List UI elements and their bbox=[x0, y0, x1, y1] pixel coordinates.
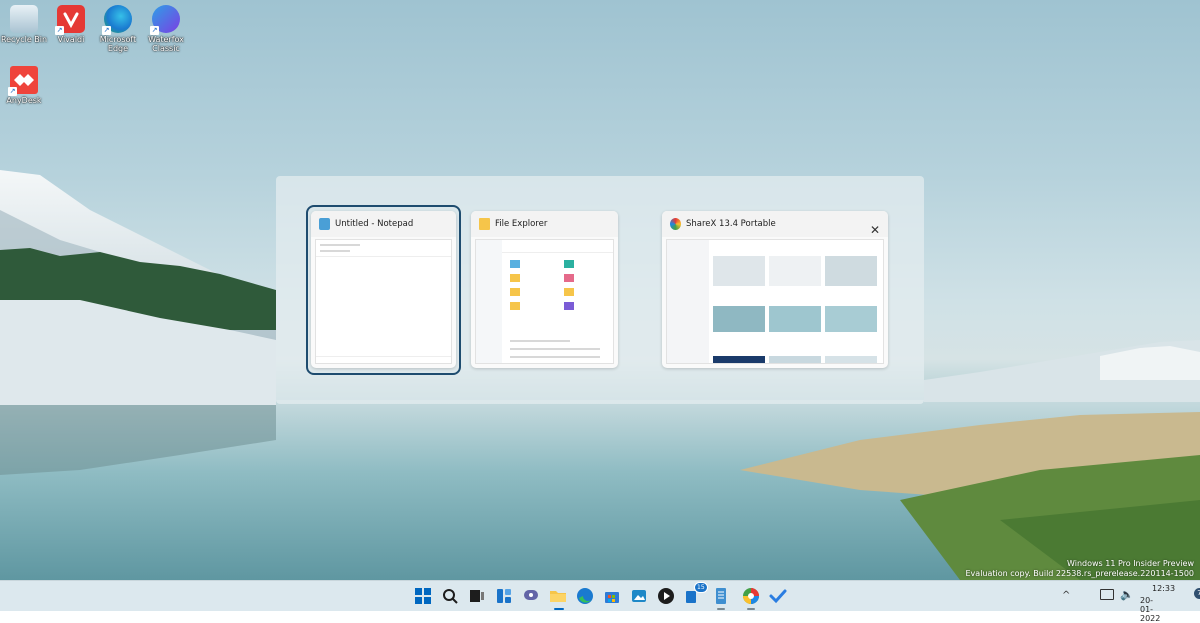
evaluation-watermark: Windows 11 Pro Insider Preview Evaluatio… bbox=[966, 559, 1195, 579]
desktop-icon-vivaldi[interactable]: ↗ Vivaldi bbox=[47, 5, 95, 44]
switcher-window-file-explorer[interactable]: File Explorer bbox=[471, 211, 618, 368]
desktop-icon-label: Recycle Bin bbox=[0, 35, 48, 44]
waterfox-icon: ↗ bbox=[150, 5, 180, 35]
anydesk-icon: ↗ bbox=[8, 66, 38, 96]
window-title-bar: ShareX 13.4 Portable ✕ bbox=[662, 211, 888, 237]
show-hidden-icons-button[interactable]: ^ bbox=[1062, 590, 1070, 601]
watermark-line-1: Windows 11 Pro Insider Preview bbox=[1066, 559, 1194, 568]
desktop-icon-waterfox[interactable]: ↗ Waterfox Classic bbox=[142, 5, 190, 53]
desktop-icon-label: Waterfox Classic bbox=[148, 35, 184, 53]
window-thumbnail bbox=[475, 239, 614, 364]
volume-icon[interactable]: 🔈 bbox=[1120, 588, 1134, 601]
sticky-badge-icon[interactable]: 15 bbox=[683, 582, 708, 606]
desktop-icon-label: AnyDesk bbox=[6, 96, 42, 105]
file-explorer-icon[interactable] bbox=[548, 586, 568, 606]
recycle-bin-icon bbox=[10, 5, 38, 33]
sharex-icon[interactable] bbox=[741, 586, 761, 606]
shortcut-arrow-icon: ↗ bbox=[55, 26, 64, 35]
shortcut-arrow-icon: ↗ bbox=[102, 26, 111, 35]
desktop-icon-recycle-bin[interactable]: Recycle Bin bbox=[0, 5, 48, 44]
desktop-icon-label: Microsoft Edge bbox=[99, 35, 137, 53]
window-title: ShareX 13.4 Portable bbox=[686, 219, 776, 229]
store-icon[interactable] bbox=[602, 586, 622, 606]
sharex-icon bbox=[670, 218, 681, 230]
search-icon[interactable] bbox=[440, 586, 460, 606]
window-title-bar: File Explorer bbox=[471, 211, 618, 237]
switcher-window-sharex[interactable]: ShareX 13.4 Portable ✕ bbox=[662, 211, 888, 368]
notepad-icon[interactable] bbox=[711, 586, 731, 606]
desktop-icon-label: Vivaldi bbox=[57, 35, 85, 44]
vivaldi-icon: ↗ bbox=[55, 5, 85, 35]
clock-time[interactable]: 12:33 bbox=[1152, 584, 1175, 593]
widgets-icon[interactable] bbox=[494, 586, 514, 606]
task-view-icon[interactable] bbox=[467, 586, 487, 606]
todo-icon[interactable] bbox=[768, 586, 788, 606]
shortcut-arrow-icon: ↗ bbox=[150, 26, 159, 35]
desktop-icon-anydesk[interactable]: ↗ AnyDesk bbox=[0, 66, 48, 105]
start-icon[interactable] bbox=[413, 586, 433, 606]
folder-icon bbox=[479, 218, 490, 230]
window-thumbnail bbox=[666, 239, 884, 364]
watermark-line-2: Evaluation copy. Build 22538.rs_prerelea… bbox=[965, 569, 1195, 578]
edge-icon[interactable] bbox=[575, 586, 595, 606]
network-icon[interactable] bbox=[1100, 589, 1114, 600]
media-player-icon[interactable] bbox=[656, 586, 676, 606]
edge-icon: ↗ bbox=[102, 5, 132, 35]
selected-window-highlight bbox=[306, 205, 461, 375]
shortcut-arrow-icon: ↗ bbox=[8, 87, 17, 96]
window-title: File Explorer bbox=[495, 219, 548, 229]
desktop-icon-edge[interactable]: ↗ Microsoft Edge bbox=[94, 5, 142, 53]
desktop-wallpaper: Recycle Bin ↗ Vivaldi ↗ Microsoft Edge ↗… bbox=[0, 0, 1200, 580]
chat-icon[interactable] bbox=[521, 586, 541, 606]
notification-badge: 15 bbox=[694, 582, 708, 593]
notification-center-badge[interactable]: 7 bbox=[1194, 588, 1200, 599]
taskbar: 15 ^ 🔈 12:33 20-01-2022 7 bbox=[0, 580, 1200, 623]
photos-icon[interactable] bbox=[629, 586, 649, 606]
